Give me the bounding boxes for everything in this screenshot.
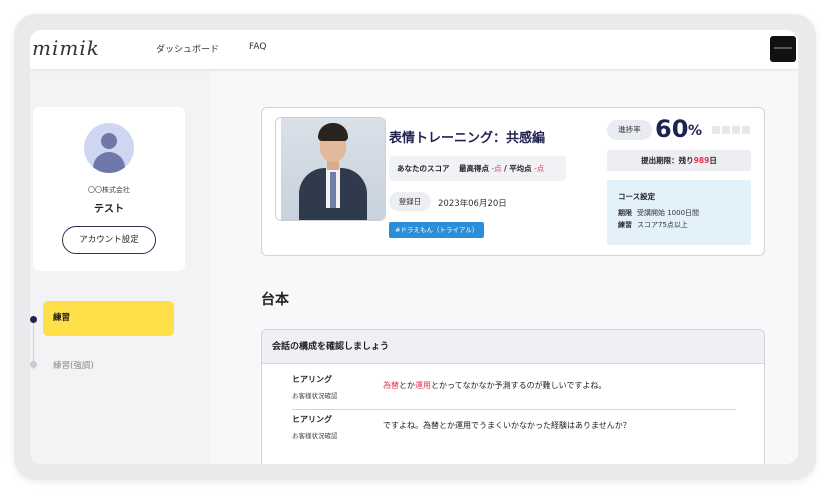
script-speaker: ヒアリング: [292, 415, 332, 424]
course-thumbnail: [275, 117, 386, 221]
progress-segment: [722, 126, 730, 134]
company-name: 〇〇株式会社: [88, 186, 130, 194]
script-row: ヒアリング お客様状況確認 為替とか運用とかってなかなか予測するのが難しいですよ…: [292, 372, 736, 410]
progress-label: 進捗率: [607, 120, 652, 140]
user-menu-icon[interactable]: [770, 36, 796, 62]
setting-key: 期限: [618, 209, 632, 217]
highlight-term: 為替: [383, 381, 399, 390]
script-row: ヒアリング お客様状況確認 ですよね。為替とか運用でうまくいかなかった経験はあり…: [292, 412, 736, 450]
course-title: 表情トレーニング：共感編: [389, 131, 546, 146]
score-label: あなたのスコア: [397, 164, 450, 173]
progress-bar: [712, 126, 750, 134]
setting-value: 受講開始 1000日間: [637, 209, 700, 217]
app-logo[interactable]: mimik: [32, 36, 100, 60]
user-name: テスト: [94, 204, 124, 215]
script-speaker: ヒアリング: [292, 375, 332, 384]
avatar: [84, 123, 134, 173]
progress-value: 60: [655, 115, 689, 143]
script-line: 為替とか運用とかってなかなか予測するのが難しいですよね。: [383, 381, 607, 390]
sidebar-item-practice-emphasis[interactable]: 練習(強調): [53, 359, 94, 371]
course-settings-panel: コース設定 期限 受講開始 1000日間 練習 スコア75点以上: [607, 180, 751, 245]
step-dot-inactive: [30, 361, 37, 368]
deadline-prefix: 提出期限：残り: [641, 156, 694, 165]
deadline-days: 989: [693, 156, 710, 165]
setting-row-practice: 練習 スコア75点以上: [618, 220, 688, 230]
score-chip: あなたのスコア 最高得点 -点 / 平均点 -点: [389, 156, 566, 181]
highlight-term: 運用: [415, 381, 431, 390]
nav-faq[interactable]: FAQ: [249, 42, 266, 52]
progress-segment: [742, 126, 750, 134]
setting-key: 練習: [618, 221, 632, 229]
avg-score-value: -点: [534, 164, 545, 173]
nav-dashboard[interactable]: ダッシュボード: [156, 42, 219, 55]
best-score-value: -点: [491, 164, 502, 173]
avg-score-label: 平均点: [509, 164, 532, 173]
best-score-label: 最高得点: [459, 164, 490, 173]
main-content: 表情トレーニング：共感編 あなたのスコア 最高得点 -点 / 平均点 -点 登録…: [210, 70, 798, 464]
top-header: mimik ダッシュボード FAQ: [30, 30, 798, 70]
sidebar: 〇〇株式会社 テスト アカウント設定 練習 練習(強調): [30, 70, 210, 464]
script-card: 会話の構成を確認しましょう ヒアリング お客様状況確認 為替とか運用とかってなか…: [261, 329, 765, 464]
setting-value: スコア75点以上: [637, 221, 688, 229]
app-window: mimik ダッシュボード FAQ 〇〇株式会社 テスト アカウント設定 練習 …: [30, 30, 798, 464]
step-dot-active: [30, 316, 37, 323]
registered-date: 2023年06月20日: [438, 199, 507, 209]
progress-segment: [732, 126, 740, 134]
score-separator: /: [504, 164, 507, 173]
sidebar-item-practice[interactable]: 練習: [43, 301, 174, 336]
course-card: 表情トレーニング：共感編 あなたのスコア 最高得点 -点 / 平均点 -点 登録…: [261, 107, 765, 256]
setting-row-deadline: 期限 受講開始 1000日間: [618, 208, 699, 218]
progress-segment: [712, 126, 720, 134]
script-subtitle: お客様状況確認: [292, 392, 338, 400]
script-section-title: 会話の構成を確認しましょう: [262, 330, 764, 364]
script-subtitle: お客様状況確認: [292, 432, 338, 440]
presenter-photo: [281, 118, 385, 220]
script-line: ですよね。為替とか運用でうまくいかなかった経験はありませんか？: [383, 421, 631, 430]
avatar-body-icon: [93, 152, 125, 173]
course-tag[interactable]: #ドラえもん（トライアル）: [389, 222, 485, 238]
deadline-suffix: 日: [709, 156, 717, 165]
avatar-head-icon: [101, 133, 117, 149]
course-settings-title: コース設定: [618, 192, 656, 201]
account-settings-button[interactable]: アカウント設定: [62, 226, 156, 254]
script-heading: 台本: [261, 292, 289, 308]
profile-card: 〇〇株式会社 テスト アカウント設定: [33, 107, 185, 271]
registered-label: 登録日: [389, 192, 431, 211]
deadline-badge: 提出期限：残り989日: [607, 150, 751, 171]
progress-unit: %: [688, 123, 703, 139]
